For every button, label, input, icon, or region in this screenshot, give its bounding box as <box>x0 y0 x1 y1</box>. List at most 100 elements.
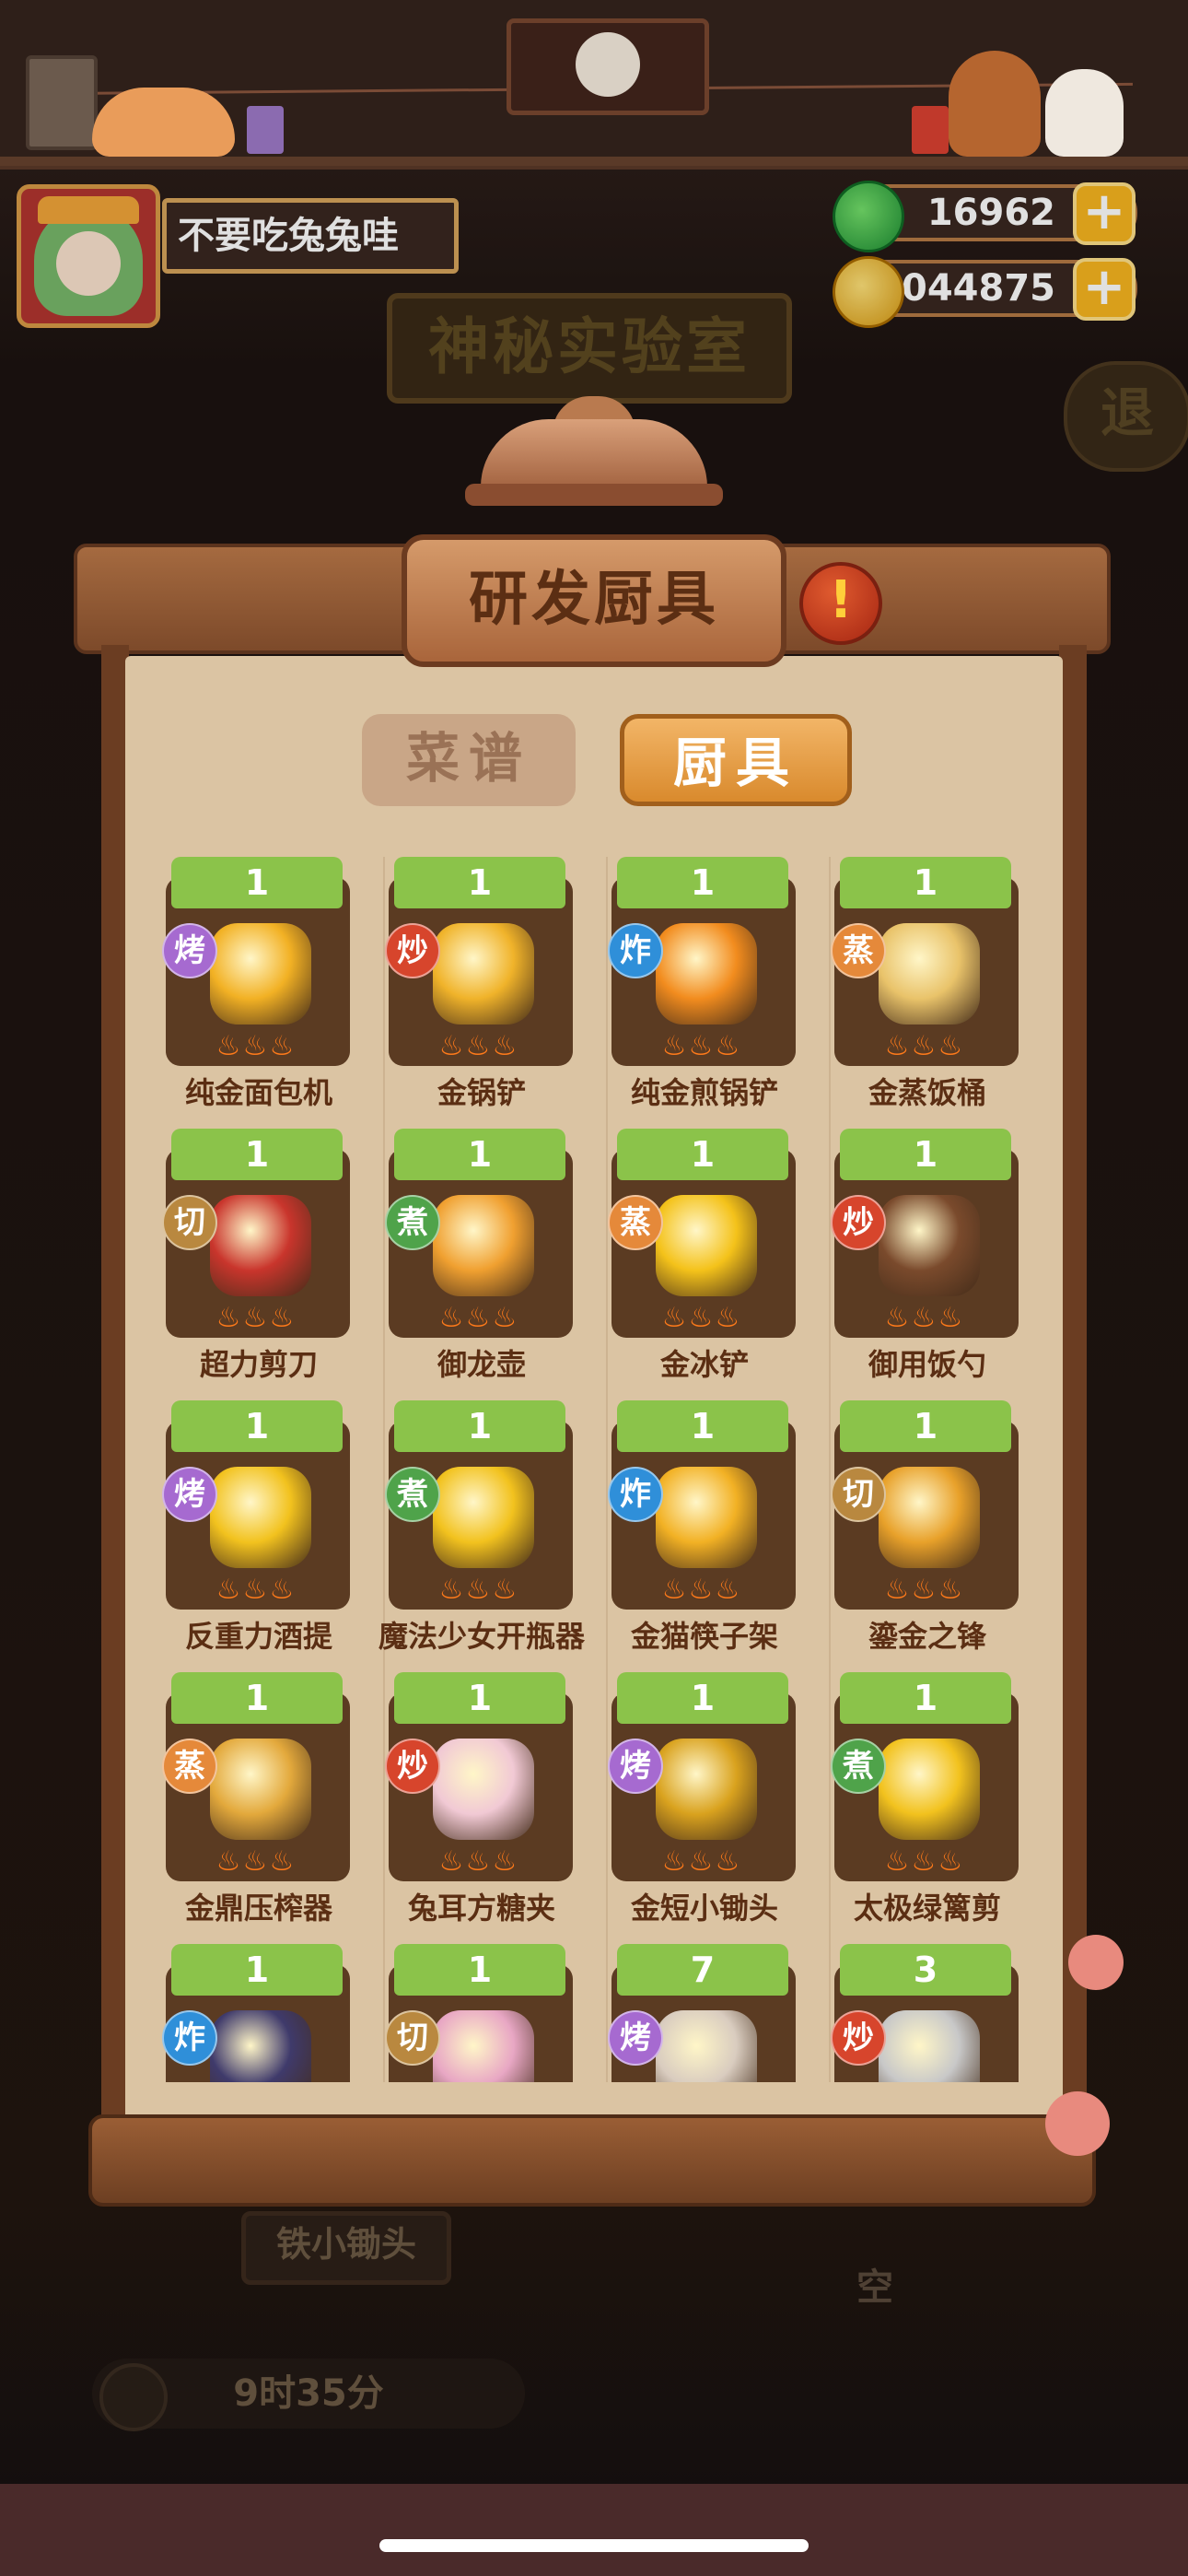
utensil-card[interactable]: 7烤 <box>604 1944 796 2082</box>
utensil-card[interactable]: 1 蒸 ♨♨♨ 金冰铲 <box>604 1129 796 1387</box>
cook-method-badge: 炸 <box>608 923 663 978</box>
golden-cat-chopstick-rest-icon <box>656 1467 757 1568</box>
item-count: 1 <box>840 1129 1011 1180</box>
utensil-card[interactable]: 1 蒸 ♨♨♨ 金鼎压榨器 <box>158 1672 350 1930</box>
item-name: 金冰铲 <box>659 1347 749 1382</box>
utensil-card[interactable]: 1 蒸 ♨♨♨ 金蒸饭桶 <box>827 857 1019 1115</box>
item-name: 太极绿篱剪 <box>853 1891 1001 1926</box>
power-scissors-icon <box>210 1195 311 1296</box>
flame-rating-icon: ♨♨♨ <box>884 1845 965 1878</box>
item-count: 1 <box>617 1672 788 1724</box>
flame-rating-icon: ♨♨♨ <box>661 1302 742 1334</box>
antigravity-wine-dipper-icon <box>210 1467 311 1568</box>
utensil-card[interactable]: 1 炸 ♨♨♨ 金猫筷子架 <box>604 1400 796 1658</box>
cook-method-badge: 切 <box>162 1195 217 1250</box>
utensil-card[interactable]: 1 烤 ♨♨♨ 金短小锄头 <box>604 1672 796 1930</box>
utensil-card[interactable]: 1 烤 ♨♨♨ 纯金面包机 <box>158 857 350 1115</box>
flame-rating-icon: ♨♨♨ <box>438 1030 519 1062</box>
utensil-card[interactable]: 1 炒 ♨♨♨ 金锅铲 <box>381 857 573 1115</box>
home-bar <box>0 2484 1188 2576</box>
cook-method-badge: 煮 <box>385 1195 440 1250</box>
utensil-grid: 1 烤 ♨♨♨ 纯金面包机 1 炒 ♨♨♨ 金锅铲 1 炸 ♨♨♨ 纯金煎锅铲 1 蒸 ♨♨♨ 金蒸饭桶 1 切 ♨… <box>158 857 1033 2082</box>
flame-rating-icon: ♨♨♨ <box>438 1302 519 1334</box>
dragon-teapot-icon <box>433 1195 534 1296</box>
orange-cat-icon <box>92 88 235 157</box>
info-alert-button[interactable]: ! <box>799 562 882 645</box>
cook-method-badge: 炒 <box>385 1739 440 1794</box>
golden-ice-scoop-icon <box>656 1195 757 1296</box>
item-count: 1 <box>394 1400 565 1452</box>
golden-toaster-icon <box>210 923 311 1025</box>
raccoon-face-icon <box>576 32 640 97</box>
cook-method-badge: 蒸 <box>831 923 886 978</box>
utensil-card[interactable]: 1 煮 ♨♨♨ 太极绿篱剪 <box>827 1672 1019 1930</box>
item-name: 金蒸饭桶 <box>868 1075 986 1110</box>
flame-rating-icon: ♨♨♨ <box>884 1302 965 1334</box>
item-count: 1 <box>840 1672 1011 1724</box>
cook-method-badge: 炒 <box>831 1195 886 1250</box>
cook-method-badge: 蒸 <box>162 1739 217 1794</box>
utensil-card[interactable]: 1 烤 ♨♨♨ 反重力酒提 <box>158 1400 350 1658</box>
golden-press-icon <box>210 1739 311 1840</box>
toaster-item-icon <box>656 2010 757 2082</box>
gilded-blade-icon <box>879 1467 980 1568</box>
item-count: 1 <box>840 857 1011 908</box>
white-cat-icon <box>1045 69 1124 157</box>
tab-recipes[interactable]: 菜谱 <box>362 714 576 806</box>
item-name: 鎏金之锋 <box>868 1619 986 1654</box>
item-name: 御龙壶 <box>437 1347 526 1382</box>
tab-utensils[interactable]: 厨具 <box>620 714 852 806</box>
item-count: 1 <box>840 1400 1011 1452</box>
magic-bottle-opener-icon <box>433 1467 534 1568</box>
flame-rating-icon: ♨♨♨ <box>661 1845 742 1878</box>
cook-method-badge: 烤 <box>608 1739 663 1794</box>
utensil-card[interactable]: 3炒 <box>827 1944 1019 2082</box>
utensil-card[interactable]: 1 煮 ♨♨♨ 魔法少女开瓶器 <box>379 1400 585 1658</box>
chef-girl-icon <box>949 51 1041 157</box>
item-name: 御用饭勺 <box>868 1347 986 1382</box>
flame-rating-icon: ♨♨♨ <box>884 1574 965 1606</box>
item-name: 金短小锄头 <box>630 1891 778 1926</box>
cook-method-badge: 煮 <box>831 1739 886 1794</box>
cloche-rim <box>465 484 723 506</box>
flower-icon <box>1045 2091 1110 2156</box>
utensil-card[interactable]: 1 炸 ♨♨♨ 纯金煎锅铲 <box>604 857 796 1115</box>
flower-icon <box>1068 1935 1124 1990</box>
utensil-card[interactable]: 1 煮 ♨♨♨ 御龙壶 <box>381 1129 573 1387</box>
item-count: 3 <box>840 1944 1011 1996</box>
flame-rating-icon: ♨♨♨ <box>438 1845 519 1878</box>
flame-rating-icon: ♨♨♨ <box>661 1030 742 1062</box>
item-count: 1 <box>171 1129 343 1180</box>
cook-method-badge: 炒 <box>831 2010 886 2066</box>
cook-method-badge: 烤 <box>608 2010 663 2066</box>
cook-method-badge: 煮 <box>385 1467 440 1522</box>
item-count: 1 <box>394 857 565 908</box>
cook-method-badge: 炸 <box>608 1467 663 1522</box>
golden-spatula-icon <box>433 923 534 1025</box>
cook-method-badge: 炸 <box>162 2010 217 2066</box>
utensil-card[interactable]: 1 切 ♨♨♨ 超力剪刀 <box>158 1129 350 1387</box>
panel-bottom-beam <box>88 2114 1096 2207</box>
utensil-card[interactable]: 1炸 <box>158 1944 350 2082</box>
royal-rice-ladle-icon <box>879 1195 980 1296</box>
utensil-card[interactable]: 1切 <box>381 1944 573 2082</box>
paw-frame-icon <box>26 55 98 150</box>
utensil-card[interactable]: 1 切 ♨♨♨ 鎏金之锋 <box>827 1400 1019 1658</box>
cook-method-badge: 炒 <box>385 923 440 978</box>
item-count: 1 <box>617 857 788 908</box>
item-name: 纯金煎锅铲 <box>630 1075 778 1110</box>
item-name: 魔法少女开瓶器 <box>378 1619 585 1654</box>
bunny-sugar-tongs-icon <box>433 1739 534 1840</box>
flame-rating-icon: ♨♨♨ <box>215 1302 297 1334</box>
flame-rating-icon: ♨♨♨ <box>661 1574 742 1606</box>
home-indicator[interactable] <box>379 2539 809 2552</box>
item-count: 1 <box>171 857 343 908</box>
item-count: 1 <box>394 1129 565 1180</box>
trowel-item-icon <box>879 2010 980 2082</box>
golden-fry-spatula-icon <box>656 923 757 1025</box>
taiji-hedge-shears-icon <box>879 1739 980 1840</box>
utensil-card[interactable]: 1 炒 ♨♨♨ 兔耳方糖夹 <box>381 1672 573 1930</box>
hanging-sign <box>507 18 709 115</box>
item-count: 1 <box>617 1129 788 1180</box>
utensil-card[interactable]: 1 炒 ♨♨♨ 御用饭勺 <box>827 1129 1019 1387</box>
